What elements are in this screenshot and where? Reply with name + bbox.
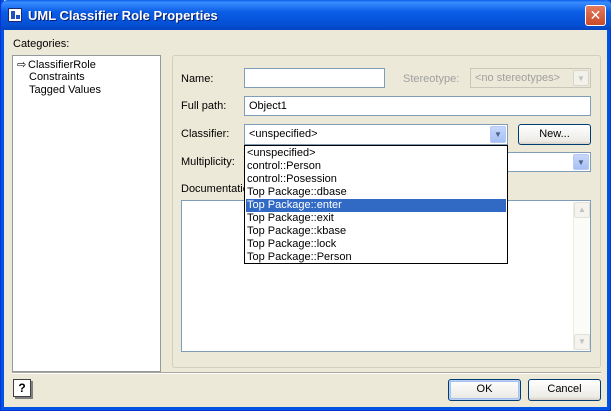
uml-app-icon	[8, 8, 22, 22]
scroll-down-icon[interactable]: ▼	[574, 334, 590, 350]
chevron-down-icon[interactable]: ▼	[490, 126, 506, 143]
close-button[interactable]: ✕	[585, 5, 606, 26]
stereotype-select: <no stereotypes> ▼	[470, 68, 591, 88]
scroll-up-icon[interactable]: ▲	[574, 202, 590, 218]
dropdown-option[interactable]: control::Person	[246, 160, 506, 173]
categories-label: Categories:	[13, 38, 70, 50]
categories-tree[interactable]: ⇨ ClassifierRole Constraints Tagged Value…	[12, 55, 161, 372]
tree-item-label: ClassifierRole	[28, 59, 96, 71]
documentation-scrollbar[interactable]: ▲ ▼	[573, 202, 590, 350]
stereotype-label: Stereotype:	[403, 73, 460, 85]
dropdown-option[interactable]: Top Package::exit	[246, 212, 506, 225]
name-label: Name:	[181, 73, 214, 85]
new-classifier-button[interactable]: New...	[518, 124, 591, 145]
ok-button[interactable]: OK	[448, 379, 521, 401]
close-icon: ✕	[589, 7, 602, 23]
fullpath-input[interactable]: Object1	[244, 96, 591, 116]
help-icon[interactable]: ?	[13, 379, 31, 397]
dropdown-option[interactable]: control::Posession	[246, 173, 506, 186]
arrow-right-icon: ⇨	[17, 59, 27, 71]
dropdown-option[interactable]: <unspecified>	[246, 147, 506, 160]
name-input[interactable]	[244, 68, 385, 88]
multiplicity-label: Multiplicity:	[181, 156, 235, 168]
classifier-dropdown-list[interactable]: <unspecified> control::Person control::P…	[244, 145, 508, 264]
cancel-button[interactable]: Cancel	[528, 379, 601, 401]
dialog-window: UML Classifier Role Properties ✕ Categor…	[0, 0, 611, 411]
classifier-select[interactable]: <unspecified> ▼	[244, 124, 508, 145]
window-title: UML Classifier Role Properties	[28, 8, 218, 23]
dropdown-option[interactable]: Top Package::dbase	[246, 186, 506, 199]
stereotype-value: <no stereotypes>	[475, 72, 561, 84]
chevron-down-icon[interactable]: ▼	[573, 154, 589, 170]
classifier-label: Classifier:	[181, 128, 230, 140]
tree-item-tagged-values[interactable]: Tagged Values	[29, 84, 101, 96]
dropdown-option[interactable]: Top Package::lock	[246, 238, 506, 251]
chevron-down-icon: ▼	[573, 70, 589, 86]
dropdown-option[interactable]: Top Package::kbase	[246, 225, 506, 238]
tree-item-constraints[interactable]: Constraints	[29, 71, 85, 83]
tree-item-label: Tagged Values	[29, 84, 101, 96]
dropdown-option[interactable]: Top Package::Person	[246, 251, 506, 264]
separator	[12, 372, 601, 374]
classifier-value: <unspecified>	[249, 128, 318, 140]
fullpath-label: Full path:	[181, 100, 227, 112]
tree-item-label: Constraints	[29, 71, 85, 83]
title-bar[interactable]: UML Classifier Role Properties ✕	[1, 0, 611, 30]
tree-item-classifierrole[interactable]: ⇨ ClassifierRole	[17, 58, 96, 71]
dropdown-option-selected[interactable]: Top Package::enter	[246, 199, 506, 212]
